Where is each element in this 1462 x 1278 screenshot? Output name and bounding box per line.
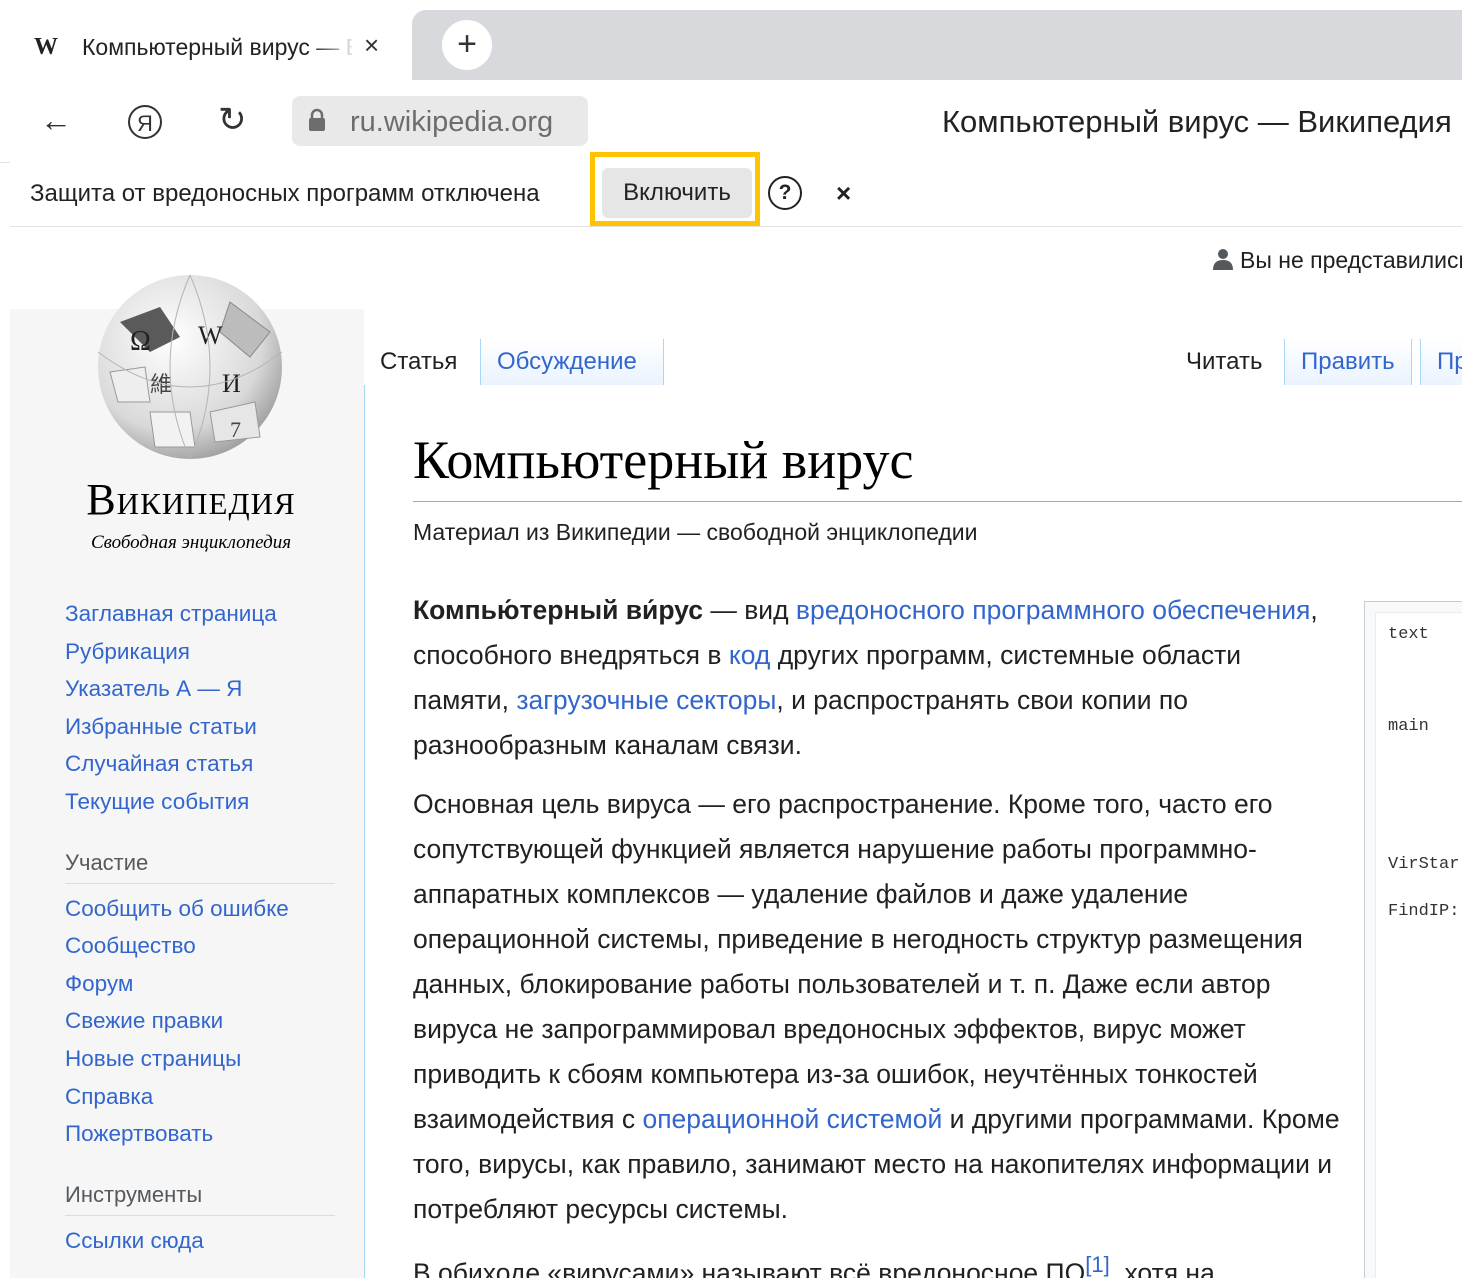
address-text: ru.wikipedia.org [350, 106, 554, 138]
paragraph-2: Основная цель вируса — его распространен… [413, 782, 1343, 1232]
user-icon [1213, 249, 1233, 270]
web-page: Ω W И 維 7 Википедия Свободная энциклопед… [10, 227, 1462, 1278]
close-icon[interactable]: × [836, 178, 851, 209]
footnote-link[interactable]: [1] [1085, 1252, 1110, 1277]
infobar-message: Защита от вредоносных программ отключена [30, 180, 540, 207]
protection-infobar: Защита от вредоносных программ отключена… [10, 152, 1462, 227]
nav-donate[interactable]: Пожертвовать [65, 1115, 335, 1153]
code-line: text [1388, 625, 1429, 644]
svg-text:W: W [198, 321, 223, 350]
toolbar-page-title: Компьютерный вирус — Википедия [942, 104, 1452, 139]
wikipedia-favicon-icon: W [34, 34, 58, 60]
text: В обиходе «вирусами» называют всё вредон… [413, 1257, 1086, 1278]
article-title: Компьютерный вирус [413, 425, 1462, 502]
nav-heading-tools: Инструменты [65, 1175, 335, 1216]
tab-title-fade [312, 28, 357, 68]
tab-close-icon[interactable]: × [364, 30, 379, 61]
link-boot-sectors[interactable]: загрузочные секторы [516, 685, 776, 715]
nav-main-page[interactable]: Заглавная страница [65, 595, 335, 633]
yandex-icon[interactable]: Я [128, 105, 162, 139]
paragraph-1: Компью́терный ви́рус — вид вредоносного … [413, 588, 1343, 768]
sidebar-nav: Заглавная страница Рубрикация Указатель … [65, 595, 335, 1259]
svg-text:И: И [222, 369, 241, 398]
reload-icon[interactable]: ↻ [218, 100, 247, 140]
tab-read[interactable]: Читать [1170, 339, 1279, 385]
tab-strip [412, 10, 1462, 80]
browser-toolbar: ← Я ↻ ru.wikipedia.org Компьютерный виру… [0, 82, 1462, 163]
nav-report-error[interactable]: Сообщить об ошибке [65, 890, 335, 928]
nav-community[interactable]: Сообщество [65, 927, 335, 965]
wikipedia-tagline: Свободная энциклопедия [90, 532, 292, 553]
nav-recent-changes[interactable]: Свежие правки [65, 1002, 335, 1040]
svg-text:Ω: Ω [130, 326, 151, 357]
code-line: FindIP: [1388, 902, 1460, 921]
nav-current-events[interactable]: Текущие события [65, 783, 335, 821]
tab-history[interactable]: Пр [1420, 339, 1462, 385]
nav-index[interactable]: Указатель А — Я [65, 670, 335, 708]
link-operating-system[interactable]: операционной системой [642, 1104, 942, 1134]
user-status-text: Вы не представились [1240, 247, 1462, 273]
svg-text:7: 7 [230, 417, 241, 442]
lead-term: Компью́терный ви́рус [413, 595, 703, 625]
text: Основная цель вируса — его распространен… [413, 789, 1303, 1134]
nav-new-pages[interactable]: Новые страницы [65, 1040, 335, 1078]
link-malware[interactable]: вредоносного программного обеспечения [796, 595, 1310, 625]
tab-bar: W Компьютерный вирус — Википедия × + [0, 0, 1462, 82]
browser-tab[interactable]: W Компьютерный вирус — Википедия × [12, 10, 410, 82]
back-arrow-icon[interactable]: ← [40, 102, 72, 139]
text: — вид [702, 595, 796, 625]
tab-talk[interactable]: Обсуждение [480, 339, 664, 385]
link-code[interactable]: код [729, 640, 771, 670]
tab-article[interactable]: Статья [364, 339, 474, 385]
wikipedia-wordmark: Википедия [86, 475, 296, 524]
globe-icon: Ω W И 維 7 [97, 274, 283, 460]
nav-what-links-here[interactable]: Ссылки сюда [65, 1222, 335, 1260]
address-bar[interactable]: ru.wikipedia.org [292, 96, 588, 146]
wikipedia-logo[interactable]: Ω W И 維 7 Википедия Свободная энциклопед… [70, 252, 310, 553]
lock-icon [309, 108, 325, 131]
code-line: main [1388, 717, 1429, 736]
code-sample-inner: text main VirStar FindIP: [1375, 612, 1462, 1278]
nav-help[interactable]: Справка [65, 1078, 335, 1116]
nav-heading-participation: Участие [65, 843, 335, 884]
user-status[interactable]: Вы не представились [1212, 247, 1462, 274]
highlight-frame [590, 152, 760, 226]
new-tab-button[interactable]: + [442, 20, 492, 70]
nav-categories[interactable]: Рубрикация [65, 633, 335, 671]
code-sample-box: text main VirStar FindIP: [1364, 601, 1462, 1278]
code-line: VirStar [1388, 855, 1460, 874]
page-tabs: Статья Обсуждение Читать Править Пр [364, 309, 1462, 386]
nav-random[interactable]: Случайная статья [65, 745, 335, 783]
nav-forum[interactable]: Форум [65, 965, 335, 1003]
tab-edit[interactable]: Править [1284, 339, 1412, 385]
text: , хотя на [1109, 1257, 1215, 1278]
paragraph-3: В обиходе «вирусами» называют всё вредон… [413, 1242, 1343, 1278]
nav-featured[interactable]: Избранные статьи [65, 708, 335, 746]
help-icon[interactable]: ? [768, 176, 802, 210]
article-subtitle: Материал из Википедии — свободной энцикл… [413, 519, 978, 545]
